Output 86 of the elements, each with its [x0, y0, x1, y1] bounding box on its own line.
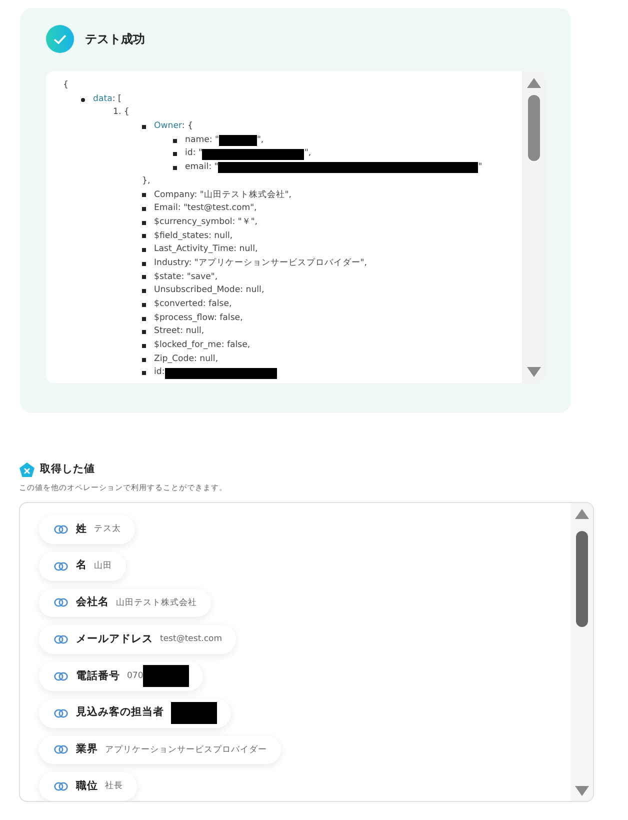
json-line: },: [142, 174, 150, 188]
link-icon: [54, 635, 68, 644]
value-text: test@test.com: [160, 633, 222, 646]
value-chip[interactable]: 名 山田: [39, 552, 126, 580]
scroll-thumb[interactable]: [528, 95, 540, 161]
value-text: 山田: [94, 560, 112, 572]
bullet-icon: [142, 344, 146, 348]
json-line: email: ": [185, 161, 218, 174]
json-line: $process_flow: false,: [154, 312, 243, 325]
bullet-icon: [142, 302, 146, 307]
value-text: アプリケーションサービスプロバイダー: [105, 744, 267, 756]
json-line: Zip_Code: null,: [154, 352, 218, 366]
json-punctuation: ",: [304, 147, 312, 160]
variable-icon: [19, 462, 35, 478]
json-line: 1. {: [113, 106, 130, 120]
value-chip[interactable]: 会社名 山田テスト株式会社: [39, 588, 211, 618]
json-line: Owner: {: [154, 120, 194, 134]
value-text: 070: [127, 670, 144, 683]
bullet-icon: [142, 262, 146, 266]
bullet-icon: [142, 330, 146, 334]
value-text: テス太: [94, 523, 121, 536]
bullet-icon: [173, 138, 177, 143]
value-chip[interactable]: メールアドレス test@test.com: [39, 625, 236, 654]
link-icon: [54, 782, 68, 792]
json-line: Industry: "アプリケーションサービスプロバイダー",: [154, 256, 367, 270]
json-line: $state: "save",: [154, 270, 218, 284]
value-chip[interactable]: 職位 社長: [39, 772, 137, 801]
scrollbar[interactable]: [522, 71, 546, 383]
json-line: Street: null,: [154, 325, 204, 338]
value-chip[interactable]: 電話番号 070: [39, 662, 204, 691]
value-text: 山田テスト株式会社: [116, 596, 197, 610]
json-line: $currency_symbol: "￥",: [154, 216, 258, 229]
value-label: メールアドレス: [76, 632, 153, 647]
link-icon: [54, 745, 68, 754]
json-line: id: ": [185, 147, 202, 160]
json-line: Unsubscribed_Mode: null,: [154, 284, 264, 298]
link-icon: [54, 708, 68, 718]
bullet-icon: [173, 152, 177, 156]
scroll-down-icon[interactable]: [575, 786, 589, 796]
json-punctuation: ": [478, 161, 482, 174]
bullet-icon: [81, 98, 85, 102]
json-punctuation: ",: [256, 134, 264, 147]
value-label: 業界: [76, 742, 98, 757]
json-line: $locked_for_me: false,: [154, 339, 250, 352]
scroll-up-icon[interactable]: [527, 78, 541, 88]
link-icon: [54, 524, 68, 534]
json-line: $field_states: null,: [154, 230, 233, 243]
link-icon: [54, 562, 68, 571]
bullet-icon: [142, 248, 146, 252]
json-line: Last_Activity_Time: null,: [154, 243, 258, 256]
json-line: name: ": [185, 134, 219, 147]
bullet-icon: [173, 166, 177, 170]
bullet-icon: [142, 289, 146, 294]
scroll-thumb[interactable]: [576, 531, 588, 627]
bullet-icon: [142, 207, 146, 212]
value-chip[interactable]: 姓 テス太: [39, 515, 135, 544]
json-line: Company: "山田テスト株式会社",: [154, 188, 292, 202]
scrollbar[interactable]: [571, 503, 593, 801]
bullet-icon: [142, 316, 146, 321]
value-label: 職位: [76, 778, 98, 794]
link-icon: [54, 598, 68, 608]
bullet-icon: [142, 234, 146, 238]
value-label: 電話番号: [76, 668, 120, 684]
json-line: {: [63, 79, 68, 92]
scroll-up-icon[interactable]: [575, 509, 589, 519]
scroll-down-icon[interactable]: [527, 367, 541, 377]
json-line: id:: [154, 366, 165, 380]
link-icon: [54, 672, 68, 681]
value-chip[interactable]: 業界 アプリケーションサービスプロバイダー: [39, 736, 281, 764]
value-label: 見込み客の担当者: [76, 705, 164, 720]
json-line: $converted: false,: [154, 298, 232, 311]
bullet-icon: [142, 220, 146, 225]
value-chip[interactable]: 見込み客の担当者: [39, 698, 231, 728]
json-line: data: [: [93, 92, 122, 106]
section-title: 取得した値: [40, 462, 95, 478]
value-label: 名: [76, 558, 87, 574]
bullet-icon: [142, 371, 146, 376]
bullet-icon: [142, 124, 146, 129]
json-line: Email: "test@test.com",: [154, 202, 257, 216]
value-label: 姓: [76, 522, 87, 536]
value-label: 会社名: [76, 595, 109, 610]
bullet-icon: [142, 358, 146, 362]
value-text: 社長: [105, 780, 123, 793]
bullet-icon: [142, 193, 146, 198]
result-title: テスト成功: [85, 31, 145, 48]
bullet-icon: [142, 275, 146, 280]
